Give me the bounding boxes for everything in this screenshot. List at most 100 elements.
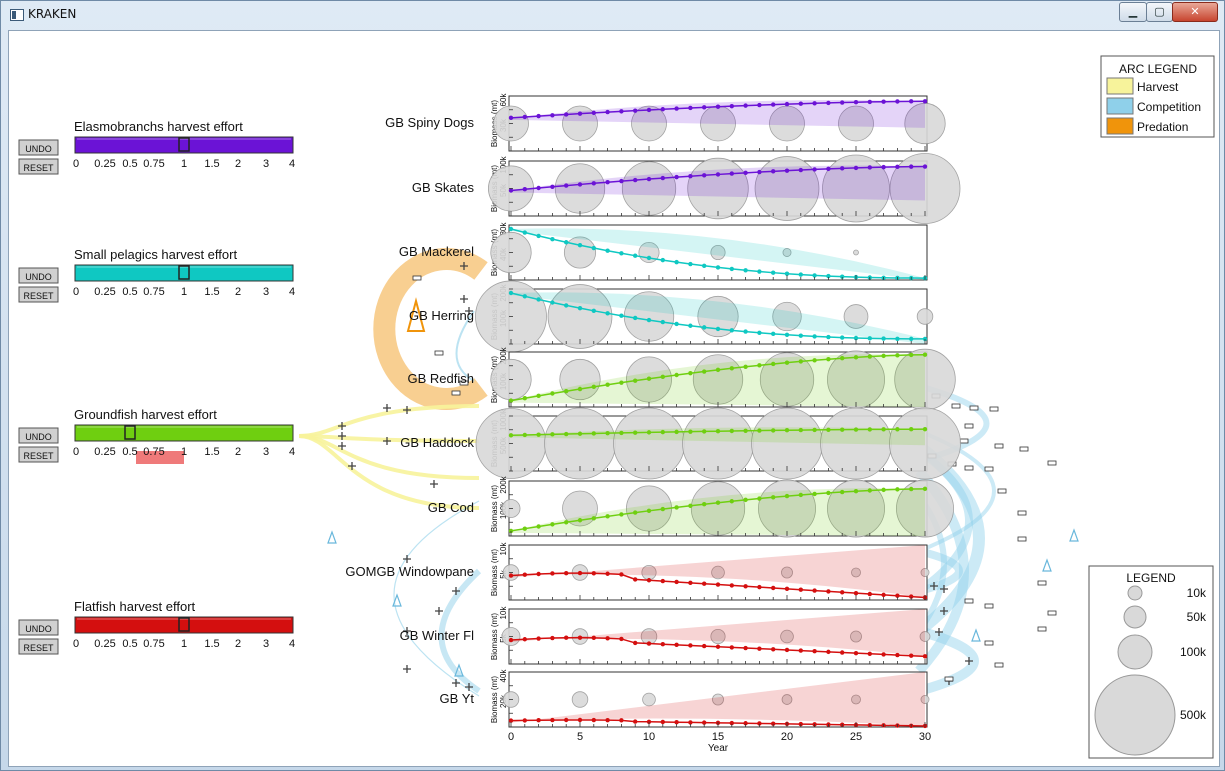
biomass-point [771, 428, 776, 433]
biomass-point [605, 571, 610, 576]
close-button[interactable]: ✕ [1172, 2, 1218, 22]
slider-tick-label: 2 [235, 158, 241, 170]
species-label: GB Redfish [408, 371, 474, 386]
biomass-point [536, 524, 541, 529]
title-bar[interactable]: KRAKEN ▁ ▢ ✕ [1, 1, 1224, 29]
biomass-point [895, 99, 900, 104]
biomass-point [564, 431, 569, 437]
biomass-point [619, 251, 624, 256]
reset-button[interactable]: RESET [18, 286, 59, 303]
minus-marker [1047, 610, 1057, 616]
biomass-point [522, 526, 527, 531]
size-legend-bubble [1094, 674, 1176, 756]
biomass-point [702, 429, 707, 434]
biomass-point [757, 330, 762, 335]
biomass-point [853, 355, 859, 360]
biomass-point [715, 367, 721, 373]
biomass-point [508, 115, 514, 121]
slider-tick-label: 2 [235, 286, 241, 298]
plus-marker [452, 679, 460, 687]
biomass-point [605, 311, 610, 316]
window-title: KRAKEN [28, 7, 77, 21]
biomass-point [812, 101, 817, 106]
biomass-point [508, 290, 514, 296]
biomass-point [881, 487, 886, 493]
biomass-point [674, 106, 679, 111]
slider-tick-label: 0.25 [94, 158, 115, 170]
biomass-point [564, 717, 569, 723]
biomass-point [619, 178, 624, 184]
slider-tick-label: 0 [73, 286, 79, 298]
slider-tick-label: 0.5 [122, 446, 137, 458]
biomass-point [522, 114, 527, 120]
undo-button[interactable]: UNDO [18, 139, 59, 156]
slider-tick-label: 0.75 [143, 446, 164, 458]
reset-button[interactable]: RESET [18, 446, 59, 463]
biomass-point [577, 635, 583, 640]
biomass-point [522, 572, 527, 577]
biomass-point [619, 380, 624, 385]
reset-button[interactable]: RESET [18, 638, 59, 655]
biomass-point [550, 571, 555, 576]
biomass-point [536, 113, 541, 119]
biomass-point [522, 396, 527, 401]
biomass-point [715, 582, 721, 587]
client-area: Elasmobranchs harvest effort UNDO RESET 0 0.… [8, 30, 1220, 767]
slider-tick-label: 0.25 [94, 638, 115, 650]
biomass-point [550, 113, 555, 118]
x-tick-label: 5 [577, 731, 583, 743]
chart-8: GB Winter FlBiomass (mt)5k10k [400, 606, 931, 665]
biomass-point [605, 109, 610, 115]
harvest-effort-title: Elasmobranchs harvest effort [74, 119, 243, 134]
undo-button[interactable]: UNDO [18, 619, 59, 636]
maximize-button[interactable]: ▢ [1146, 2, 1173, 22]
biomass-point [784, 101, 790, 107]
slider-tick-label: 0 [73, 446, 79, 458]
minus-marker [997, 488, 1007, 494]
biomass-point [812, 649, 817, 654]
biomass-point [922, 654, 928, 659]
species-label: GB Haddock [400, 435, 474, 450]
biomass-point [633, 640, 638, 646]
biomass-point [784, 168, 790, 173]
minimize-button[interactable]: ▁ [1119, 2, 1147, 22]
biomass-point [536, 233, 541, 239]
species-label: GB Winter Fl [400, 628, 475, 643]
y-axis-label: Biomass (mt) [490, 549, 499, 596]
biomass-point [688, 643, 693, 648]
biomass-point [867, 354, 872, 359]
y-tick-label: 200k [499, 475, 508, 493]
arc-legend-label: Competition [1137, 100, 1201, 114]
harvest-effort-title: Small pelagics harvest effort [74, 247, 237, 262]
biomass-point [688, 429, 693, 434]
biomass-point [743, 497, 748, 503]
slider-tick-label: 0 [73, 158, 79, 170]
biomass-point [633, 430, 638, 435]
slider-tick-label: 1 [181, 158, 187, 170]
biomass-point [729, 428, 734, 434]
minus-marker [951, 403, 961, 409]
reset-button[interactable]: RESET [18, 158, 59, 175]
biomass-point [784, 493, 790, 499]
slider-tick-label: 3 [263, 158, 269, 170]
slider-tick-label: 0.75 [143, 638, 164, 650]
biomass-point [619, 430, 624, 436]
biomass-point [895, 427, 900, 432]
biomass-point [564, 303, 569, 308]
biomass-point [826, 166, 831, 172]
biomass-point [729, 171, 734, 176]
reset-label: RESET [23, 643, 54, 653]
biomass-point [909, 99, 914, 104]
biomass-point [757, 169, 762, 175]
biomass-point [688, 323, 693, 328]
biomass-point [729, 103, 734, 109]
biomass-point [840, 489, 845, 495]
minus-marker [412, 275, 422, 281]
chart-7: GOMGB WindowpaneBiomass (mt)5k10k [345, 542, 930, 601]
biomass-point [895, 336, 900, 341]
undo-button[interactable]: UNDO [18, 267, 59, 284]
undo-label: UNDO [25, 144, 52, 154]
biomass-point [591, 181, 596, 186]
biomass-point [895, 353, 900, 358]
undo-button[interactable]: UNDO [18, 427, 59, 444]
